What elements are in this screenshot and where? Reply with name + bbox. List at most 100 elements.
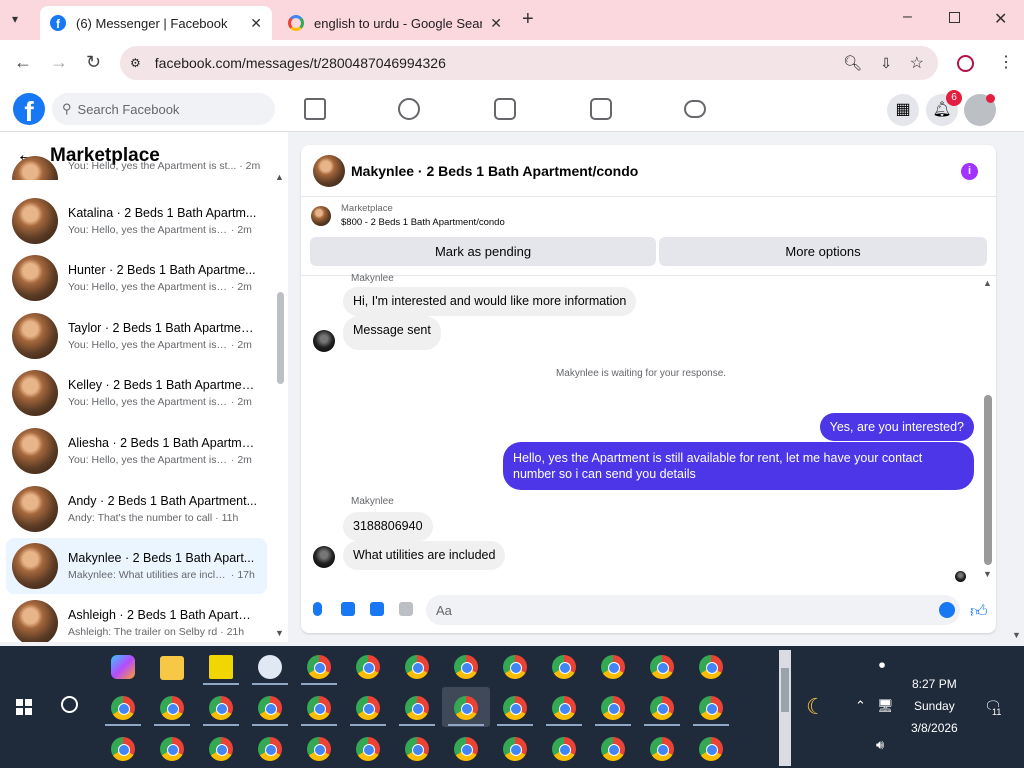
maximize-button[interactable] [949, 12, 960, 23]
incoming-message[interactable]: 3188806940 [343, 512, 433, 541]
chrome-icon[interactable] [160, 696, 184, 720]
conversation-item[interactable]: Hunter · 2 Beds 1 Bath Apartme... You: H… [6, 250, 267, 306]
sticker-icon[interactable] [370, 602, 384, 616]
chrome-icon[interactable] [650, 655, 674, 679]
facebook-logo-icon[interactable]: f [13, 93, 45, 125]
show-hidden-icons-chevron-icon[interactable]: ⌃ [855, 698, 866, 714]
tab-google[interactable]: english to urdu - Google Search ✕ [278, 6, 512, 40]
chrome-icon[interactable] [307, 737, 331, 761]
weather-moon-icon[interactable]: ☾ [806, 694, 826, 720]
chrome-icon[interactable] [405, 655, 429, 679]
profile-icon[interactable] [957, 55, 974, 72]
menu-kebab-icon[interactable]: ⋮ [998, 52, 1014, 72]
conversation-item[interactable]: Aliesha · 2 Beds 1 Bath Apartme... You: … [6, 423, 267, 479]
clock-time[interactable]: 8:27 PM [912, 677, 957, 691]
photo-icon[interactable] [341, 602, 355, 616]
gif-icon[interactable] [399, 602, 413, 616]
chrome-icon[interactable] [650, 737, 674, 761]
chrome-icon[interactable] [258, 737, 282, 761]
chrome-icon[interactable] [552, 655, 576, 679]
scroll-down-arrow-icon[interactable]: ▼ [983, 569, 992, 579]
new-tab-button[interactable]: + [522, 8, 534, 31]
friends-icon[interactable] [398, 98, 420, 120]
outgoing-message[interactable]: Yes, are you interested? [819, 413, 974, 441]
snipping-tool-icon[interactable] [258, 655, 282, 679]
tab-search-dropdown[interactable]: ▾ [12, 12, 18, 26]
conversation-item[interactable]: Kelley · 2 Beds 1 Bath Apartmen... You: … [6, 365, 267, 421]
menu-grid-button[interactable]: ▦ [887, 94, 919, 126]
chrome-icon[interactable] [258, 696, 282, 720]
chrome-icon[interactable] [356, 737, 380, 761]
chrome-icon[interactable] [601, 737, 625, 761]
search-input[interactable]: ⚲ Search Facebook [52, 93, 275, 125]
zoom-icon[interactable]: 🔍︎ [843, 54, 862, 72]
chrome-icon[interactable] [650, 696, 674, 720]
emoji-icon[interactable] [939, 602, 955, 618]
close-tab-icon[interactable]: ✕ [250, 15, 262, 32]
chrome-icon[interactable] [111, 696, 135, 720]
clock-date[interactable]: 3/8/2026 [911, 721, 958, 735]
chrome-icon[interactable] [307, 696, 331, 720]
chrome-icon[interactable] [552, 737, 576, 761]
chrome-icon[interactable] [160, 737, 184, 761]
chrome-icon[interactable] [209, 737, 233, 761]
message-input[interactable]: Aa [426, 595, 960, 625]
taskbar-scroll-thumb[interactable] [781, 668, 789, 712]
search-icon[interactable] [61, 696, 78, 713]
sidebar-scrollbar[interactable] [277, 292, 284, 384]
chrome-icon[interactable] [699, 696, 723, 720]
close-window-button[interactable]: ✕ [994, 9, 1007, 29]
chat-avatar[interactable] [313, 154, 345, 187]
minimize-button[interactable]: – [903, 8, 912, 26]
chat-scrollbar[interactable] [984, 395, 992, 565]
chat-title[interactable]: Makynlee · 2 Beds 1 Bath Apartment/condo [351, 163, 638, 179]
conversation-item[interactable]: Taylor · 2 Beds 1 Bath Apartmen... You: … [6, 308, 267, 364]
mark-as-pending-button[interactable]: Mark as pending [310, 237, 656, 266]
listing-info[interactable]: Marketplace $800 - 2 Beds 1 Bath Apartme… [309, 203, 505, 228]
conversation-item[interactable]: You: Hello, yes the Apartment is st... ·… [6, 156, 267, 180]
chrome-icon[interactable] [454, 737, 478, 761]
chrome-icon[interactable] [552, 696, 576, 720]
chrome-icon[interactable] [405, 737, 429, 761]
like-thumb-icon[interactable]: 👍︎ [970, 601, 988, 622]
scroll-down-arrow-icon[interactable]: ▼ [275, 628, 284, 638]
conversation-item-selected[interactable]: Makynlee · 2 Beds 1 Bath Apart... Makynl… [6, 538, 267, 594]
forward-arrow-icon[interactable]: → [50, 52, 68, 73]
clock-day[interactable]: Sunday [914, 699, 955, 713]
gaming-icon[interactable] [684, 100, 706, 118]
site-info-icon[interactable]: ⚙ [130, 56, 141, 70]
chrome-icon[interactable] [454, 655, 478, 679]
incoming-message[interactable]: Hi, I'm interested and would like more i… [343, 287, 637, 316]
tab-messenger[interactable]: f (6) Messenger | Facebook ✕ [40, 6, 272, 40]
video-icon[interactable] [494, 98, 516, 120]
bookmark-star-icon[interactable]: ☆ [910, 53, 924, 73]
chrome-icon[interactable] [111, 737, 135, 761]
chrome-icon[interactable] [601, 655, 625, 679]
network-icon[interactable]: 🖥︎ [877, 698, 894, 714]
incoming-message[interactable]: What utilities are included [343, 541, 506, 570]
reload-icon[interactable]: ↻ [86, 52, 101, 73]
page-scroll-down-icon[interactable]: ▼ [1012, 630, 1021, 640]
file-explorer-icon[interactable] [160, 656, 184, 680]
info-icon[interactable]: i [961, 163, 978, 180]
chrome-icon[interactable] [405, 696, 429, 720]
back-arrow-icon[interactable]: ← [14, 52, 32, 73]
chrome-icon[interactable] [209, 696, 233, 720]
microphone-icon[interactable] [313, 602, 322, 616]
incoming-message[interactable]: Message sent [343, 316, 441, 350]
chrome-icon[interactable] [307, 655, 331, 679]
chrome-icon[interactable] [503, 696, 527, 720]
conversation-item[interactable]: Ashleigh · 2 Beds 1 Bath Apartm... Ashle… [6, 595, 267, 642]
outgoing-message[interactable]: Hello, yes the Apartment is still availa… [503, 442, 974, 490]
taskbar-scrollbar[interactable] [779, 650, 791, 766]
chrome-icon[interactable] [356, 696, 380, 720]
conversation-item[interactable]: Katalina · 2 Beds 1 Bath Apartm... You: … [6, 193, 267, 249]
windows-start-icon[interactable] [16, 699, 32, 715]
volume-icon[interactable]: 🔊︎ [876, 737, 884, 753]
copilot-icon[interactable] [111, 655, 135, 679]
chrome-icon[interactable] [699, 737, 723, 761]
more-options-button[interactable]: More options [659, 237, 987, 266]
address-bar[interactable]: ⚙ facebook.com/messages/t/28004870469943… [120, 46, 938, 80]
scroll-up-arrow-icon[interactable]: ▲ [275, 172, 284, 182]
conversation-item[interactable]: Andy · 2 Beds 1 Bath Apartment... Andy: … [6, 481, 267, 537]
